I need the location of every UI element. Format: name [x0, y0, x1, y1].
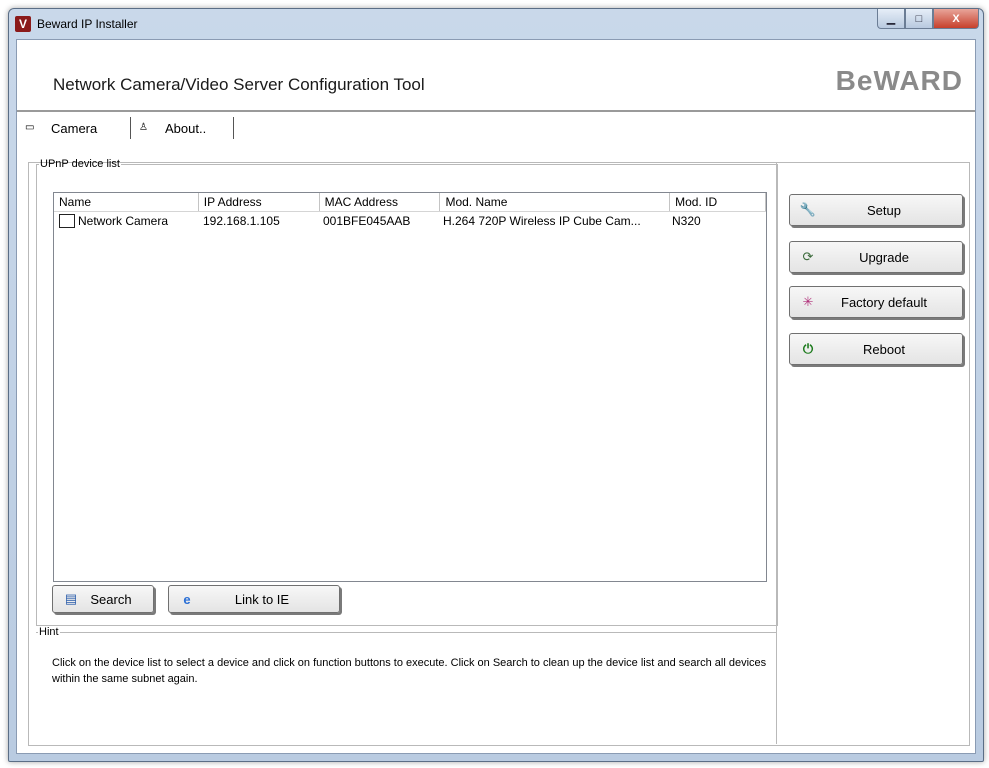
- wrench-icon: 🔧: [799, 202, 817, 217]
- factory-default-button-label: Factory default: [841, 294, 927, 310]
- factory-default-button[interactable]: ✳ Factory default: [789, 286, 963, 318]
- beward-logo: BeWARD: [835, 65, 963, 96]
- camera-icon: ▭: [25, 122, 35, 133]
- device-name: Network Camera: [78, 214, 169, 228]
- link-to-ie-button-label: Link to IE: [234, 591, 290, 607]
- column-header-mod-id[interactable]: Mod. ID: [670, 193, 766, 211]
- minimize-icon: ▁: [886, 13, 896, 25]
- close-icon: X: [952, 12, 960, 25]
- maximize-button[interactable]: □: [905, 9, 933, 29]
- person-icon: ♙: [139, 122, 148, 133]
- hint-text: Click on the device list to select a dev…: [52, 657, 767, 685]
- tab-camera-label: Camera: [51, 120, 98, 136]
- device-name-cell: Network Camera: [54, 212, 198, 230]
- beward-app-icon: V: [15, 16, 31, 32]
- upnp-device-list-label: UPnP device list: [40, 158, 120, 170]
- sparkle-icon: ✳: [802, 294, 814, 309]
- column-header-mac-address[interactable]: MAC Address: [320, 193, 441, 211]
- tab-about-label: About..: [165, 120, 207, 136]
- device-list-header: Name IP Address MAC Address Mod. Name Mo…: [54, 193, 766, 212]
- column-header-name[interactable]: Name: [54, 193, 199, 211]
- internet-explorer-icon: e: [183, 591, 191, 607]
- hint-label: Hint: [39, 626, 59, 638]
- window-title: Beward IP Installer: [37, 17, 138, 31]
- device-mac-cell: 001BFE045AAB: [323, 214, 411, 228]
- title-bar[interactable]: V Beward IP Installer ▁ □ X: [9, 9, 983, 39]
- device-ip-cell: 192.168.1.105: [203, 214, 280, 228]
- minimize-button[interactable]: ▁: [877, 9, 905, 29]
- upgrade-button-label: Upgrade: [859, 249, 909, 265]
- maximize-icon: □: [915, 12, 923, 25]
- search-icon: ▤: [64, 591, 78, 606]
- close-button[interactable]: X: [933, 9, 979, 29]
- search-button-label: Search: [90, 591, 132, 607]
- network-camera-icon: [59, 213, 75, 228]
- column-header-ip-address[interactable]: IP Address: [199, 193, 320, 211]
- upgrade-button[interactable]: ⟳ Upgrade: [789, 241, 963, 273]
- setup-button[interactable]: 🔧 Setup: [789, 194, 963, 226]
- window-controls: ▁ □ X: [877, 9, 979, 29]
- header-band: Network Camera/Video Server Configuratio…: [17, 40, 975, 112]
- tab-strip: ▭ Camera ♙ About..: [17, 113, 975, 139]
- setup-button-label: Setup: [867, 202, 901, 218]
- device-model-name-cell: H.264 720P Wireless IP Cube Cam...: [443, 214, 641, 228]
- search-button[interactable]: ▤ Search: [52, 585, 154, 613]
- link-to-ie-button[interactable]: e Link to IE: [168, 585, 340, 613]
- table-row[interactable]: Network Camera 192.168.1.105 001BFE045AA…: [54, 212, 766, 230]
- reboot-button[interactable]: ⏻ Reboot: [789, 333, 963, 365]
- upgrade-icon: ⟳: [802, 249, 814, 264]
- tab-camera[interactable]: ▭ Camera: [17, 117, 141, 139]
- power-icon: ⏻: [802, 341, 814, 356]
- column-header-mod-name[interactable]: Mod. Name: [440, 193, 671, 211]
- app-heading: Network Camera/Video Server Configuratio…: [53, 75, 425, 94]
- device-model-id-cell: N320: [672, 214, 701, 228]
- reboot-button-label: Reboot: [863, 341, 905, 357]
- tab-about[interactable]: ♙ About..: [130, 117, 234, 139]
- device-list[interactable]: Name IP Address MAC Address Mod. Name Mo…: [53, 192, 767, 582]
